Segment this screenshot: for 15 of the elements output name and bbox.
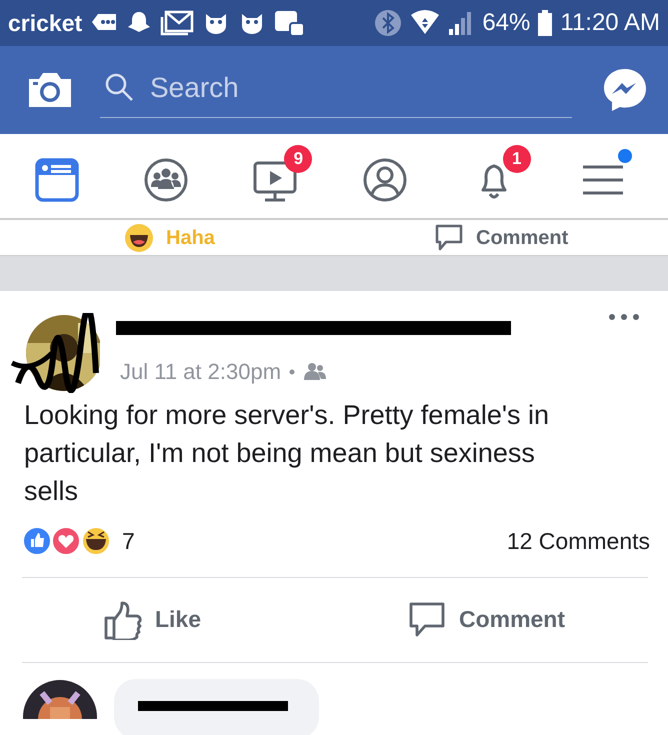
carrier-name: cricket	[8, 8, 82, 38]
post-text: Looking for more server's. Pretty female's in particular, I'm not being mean but sexiness sells	[23, 399, 550, 508]
comment-button[interactable]: Comment	[400, 598, 572, 640]
comment-count[interactable]: 12 Comments	[506, 524, 650, 558]
reaction-count: 7	[122, 527, 135, 556]
search-field[interactable]: Search	[100, 62, 572, 116]
nav-tab[interactable]: 1	[466, 145, 531, 207]
like-button[interactable]: Like	[96, 598, 207, 640]
clock: 11:20 AM	[560, 8, 660, 38]
notification-badge: 9	[284, 145, 312, 173]
notification-badge: 1	[502, 145, 531, 173]
battery-percent: 64%	[482, 8, 530, 38]
nav-tab[interactable]: 9	[248, 145, 312, 207]
post-time: Jul 11 at 2:30pm	[120, 358, 282, 386]
comment-button[interactable]: Comment	[428, 222, 574, 254]
